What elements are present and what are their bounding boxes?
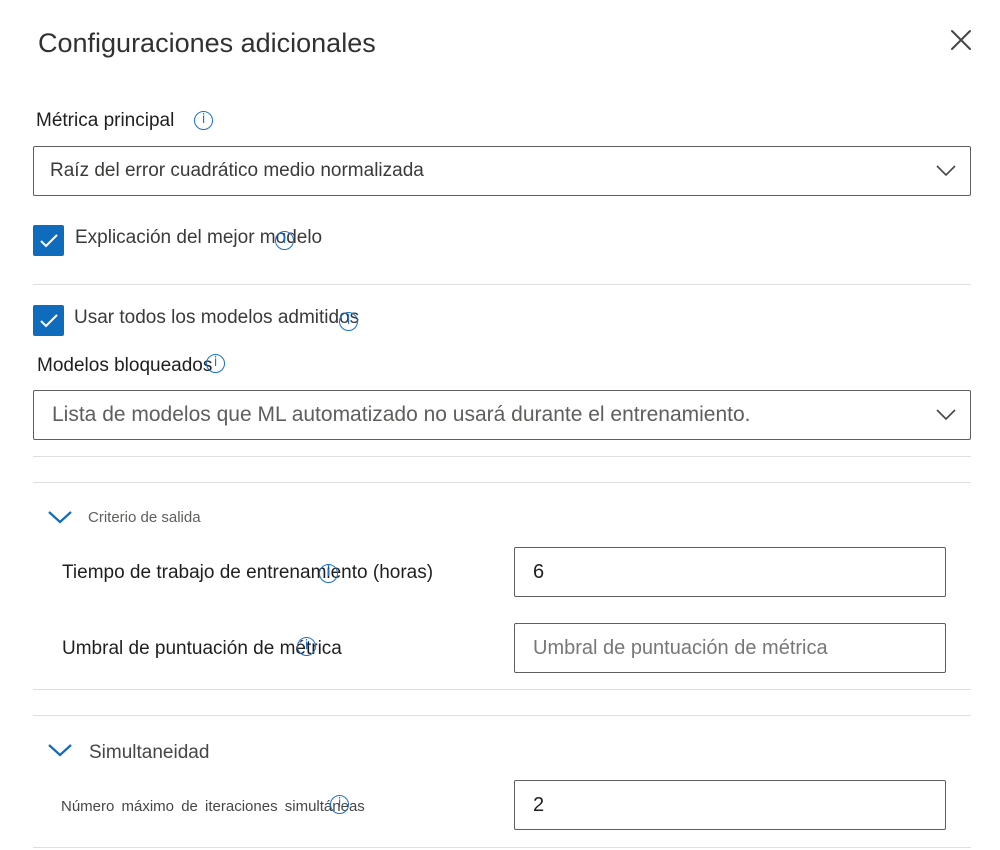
primary-metric-label: Métrica principal: [36, 110, 175, 131]
chevron-down-icon: [936, 165, 956, 177]
use-all-models-checkbox[interactable]: [33, 305, 64, 336]
use-all-models-label: Usar todos los modelos admitidos: [74, 307, 360, 328]
concurrency-toggle[interactable]: [47, 742, 73, 758]
blocked-models-dropdown[interactable]: Lista de modelos que ML automatizado no …: [33, 390, 971, 440]
checkmark-icon: [40, 314, 58, 328]
info-icon[interactable]: i: [330, 795, 349, 814]
primary-metric-value: Raíz del error cuadrático medio normaliz…: [50, 160, 424, 181]
divider: [33, 482, 971, 483]
chevron-down-icon: [48, 744, 72, 757]
exit-criterion-header: Criterio de salida: [88, 509, 201, 526]
max-iterations-input[interactable]: [514, 780, 946, 830]
panel-title: Configuraciones adicionales: [38, 28, 376, 58]
info-icon[interactable]: i: [319, 564, 338, 583]
info-icon[interactable]: i: [206, 354, 225, 373]
metric-threshold-input[interactable]: [514, 623, 946, 673]
training-time-label: Tiempo de trabajo de entrenamiento (hora…: [62, 562, 434, 583]
divider: [33, 284, 971, 285]
close-button[interactable]: [948, 27, 974, 53]
training-time-input[interactable]: [514, 547, 946, 597]
max-iterations-label: Número máximo de iteraciones simultáneas: [61, 798, 365, 815]
info-icon[interactable]: i: [339, 312, 358, 331]
chevron-down-icon: [936, 409, 956, 421]
primary-metric-dropdown[interactable]: Raíz del error cuadrático medio normaliz…: [33, 146, 971, 196]
divider: [33, 847, 971, 848]
close-icon: [951, 30, 971, 50]
info-icon[interactable]: i: [275, 231, 294, 250]
divider: [33, 456, 971, 457]
exit-criterion-toggle[interactable]: [47, 509, 73, 525]
info-icon[interactable]: i: [297, 637, 316, 656]
checkmark-icon: [40, 234, 58, 248]
info-icon[interactable]: i: [194, 111, 213, 130]
blocked-models-placeholder: Lista de modelos que ML automatizado no …: [52, 403, 751, 426]
divider: [33, 689, 971, 690]
concurrency-header: Simultaneidad: [89, 742, 210, 763]
chevron-down-icon: [48, 511, 72, 524]
explain-best-model-checkbox[interactable]: [33, 225, 64, 256]
blocked-models-label: Modelos bloqueados: [37, 355, 213, 376]
divider: [33, 715, 971, 716]
